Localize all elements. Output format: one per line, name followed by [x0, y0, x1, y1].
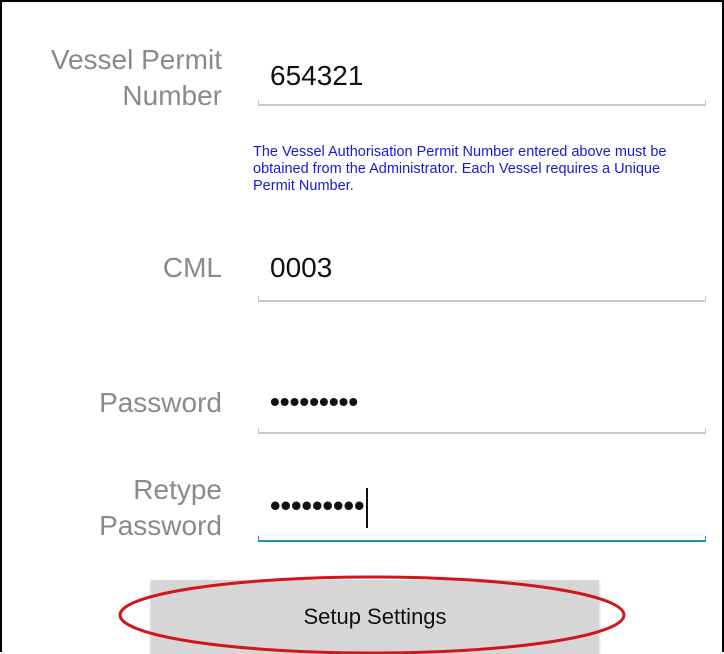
vessel-permit-underline: [258, 100, 706, 106]
vessel-permit-label: Vessel Permit Number: [51, 42, 222, 114]
password-input[interactable]: •••••••••: [258, 374, 706, 434]
retype-password-underline: [258, 536, 706, 542]
cml-value: 0003: [270, 252, 333, 283]
cml-label: CML: [162, 252, 222, 283]
retype-password-label-line1: Retype: [133, 474, 222, 505]
vessel-permit-hint: The Vessel Authorisation Permit Number e…: [253, 144, 667, 194]
password-value: •••••••••: [270, 386, 359, 417]
retype-password-input[interactable]: •••••••••: [258, 482, 706, 542]
screen-frame: Vessel Permit Number 654321 The Vessel A…: [0, 0, 724, 654]
retype-password-label-line2: Password: [99, 510, 222, 541]
cml-underline: [258, 296, 706, 302]
vessel-permit-value: 654321: [270, 60, 364, 91]
setup-settings-button[interactable]: Setup Settings: [151, 580, 599, 654]
password-underline: [258, 428, 706, 434]
vessel-permit-input[interactable]: 654321: [258, 46, 706, 106]
vessel-permit-label-line2: Number: [122, 80, 222, 111]
vessel-permit-label-line1: Vessel Permit: [50, 44, 222, 75]
text-cursor: [365, 488, 368, 528]
password-label: Password: [99, 387, 222, 418]
retype-password-value: •••••••••: [270, 489, 365, 523]
retype-password-value-wrap: •••••••••: [270, 488, 368, 528]
cml-input[interactable]: 0003: [258, 242, 706, 302]
retype-password-label: Retype Password: [99, 472, 222, 544]
